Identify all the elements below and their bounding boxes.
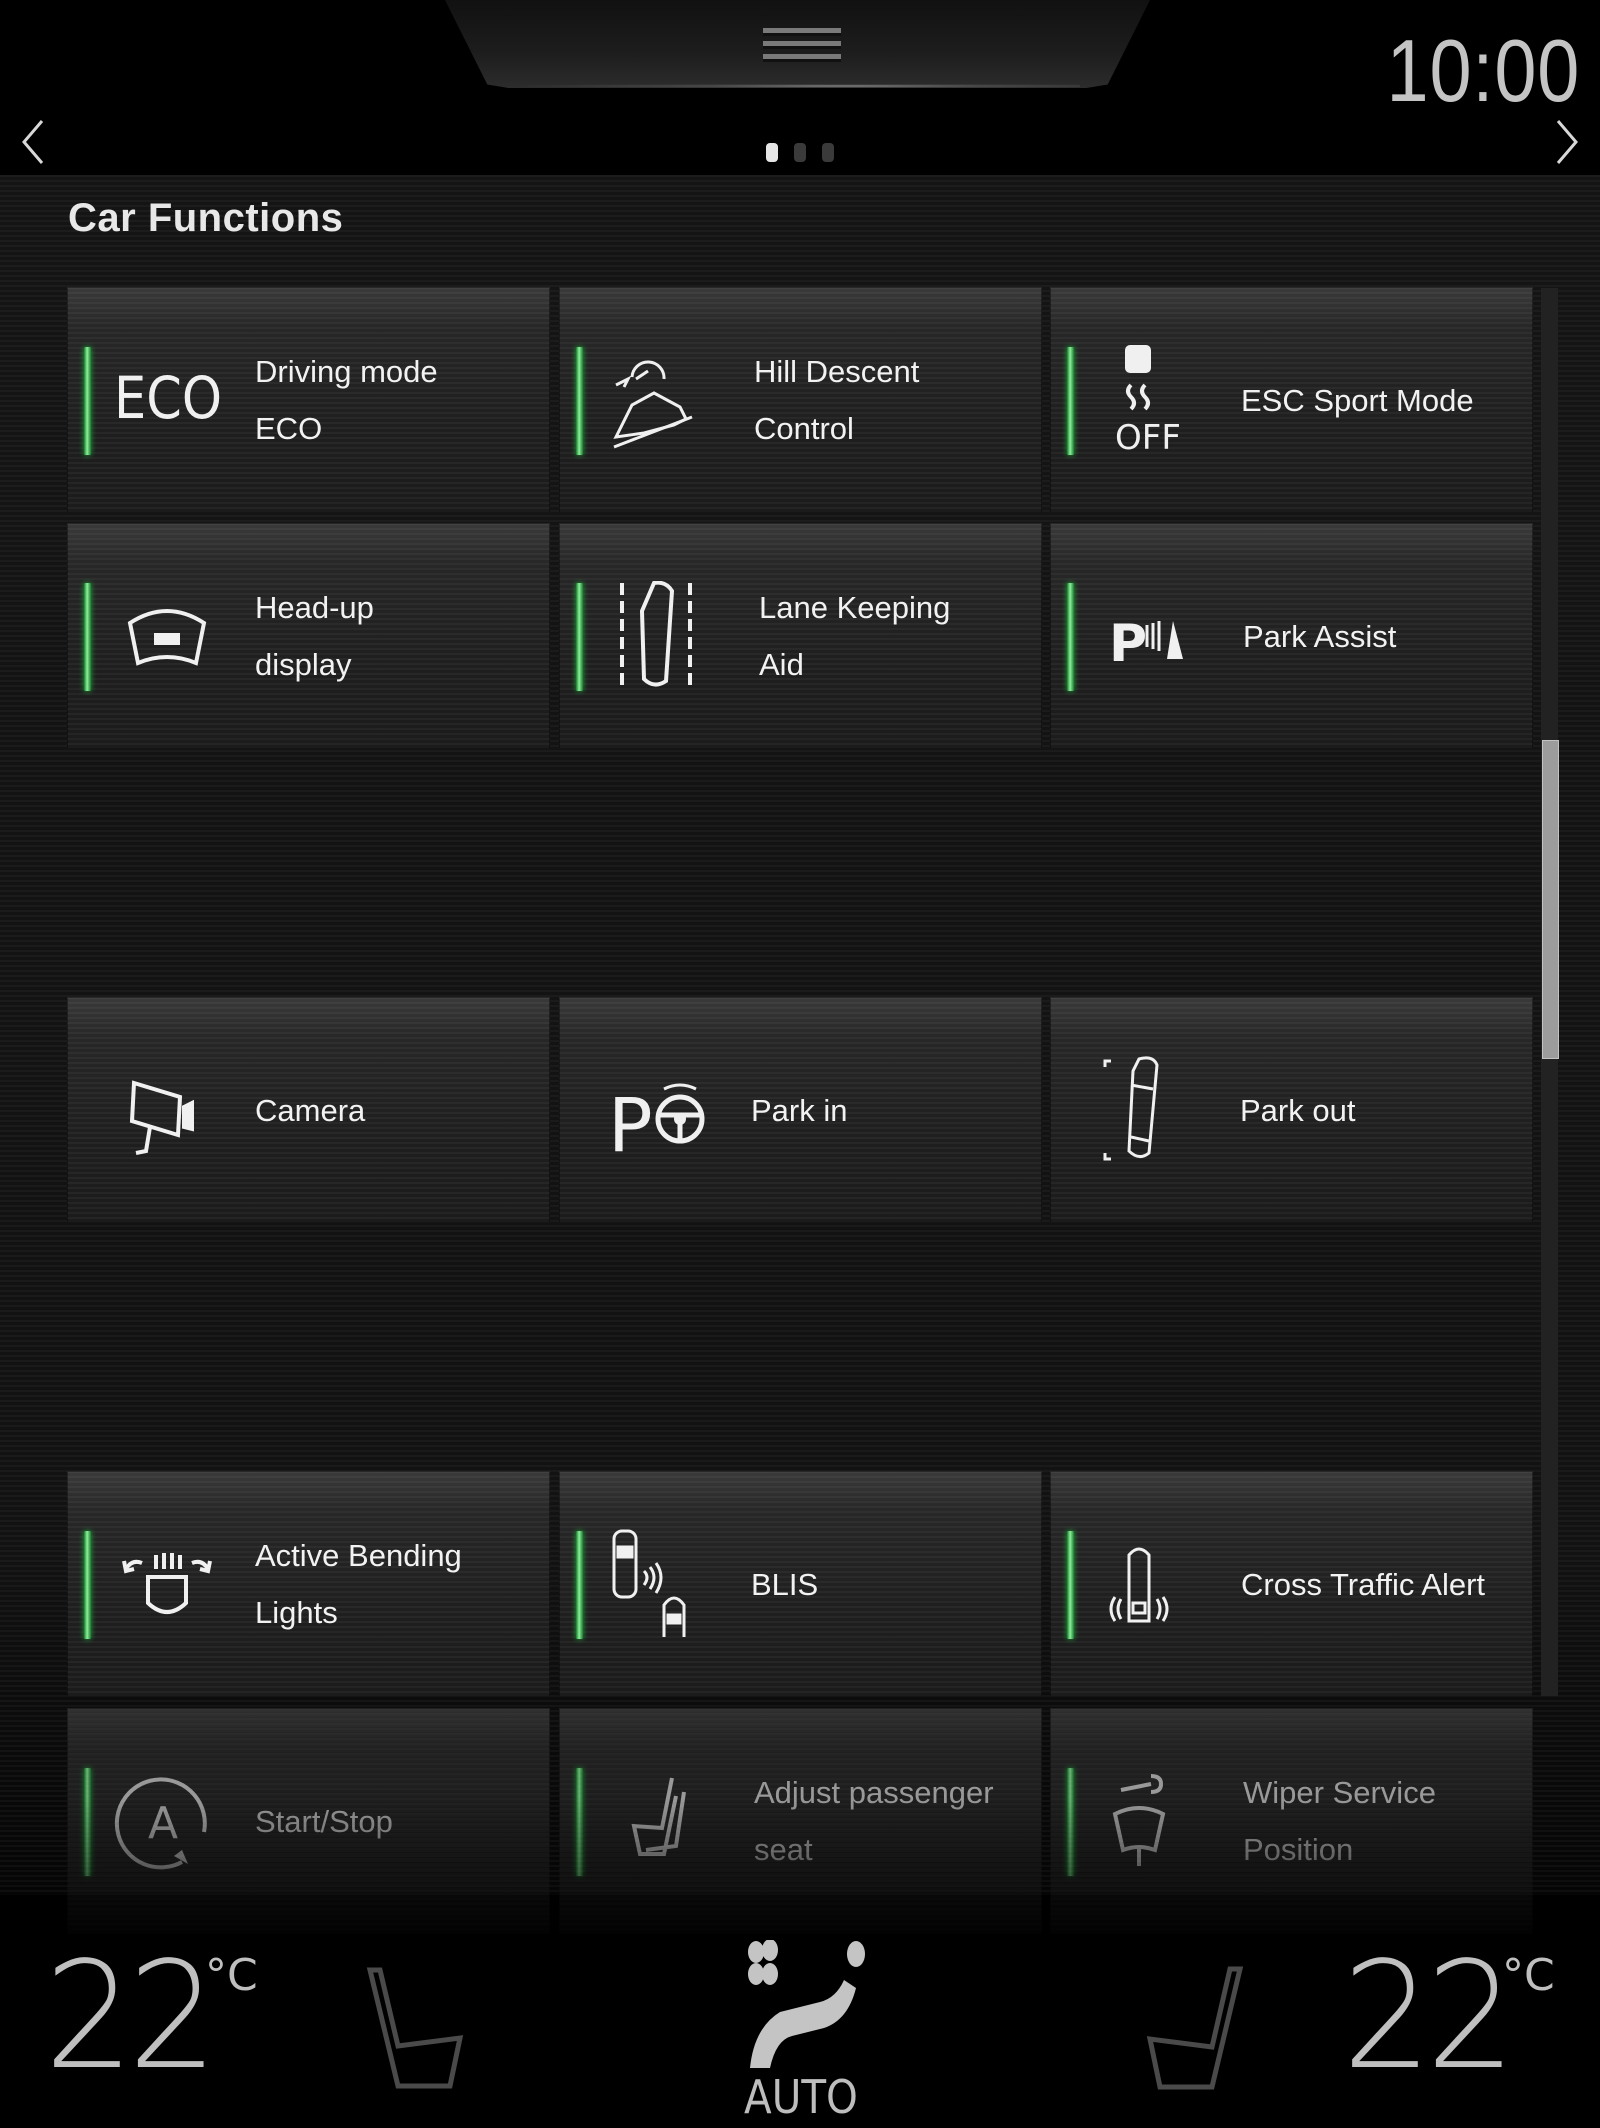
driver-temperature[interactable]: 22 [44, 1930, 217, 2102]
tile-start-stop[interactable]: A Start/Stop [67, 1708, 550, 1934]
start-stop-icon: A [114, 1777, 207, 1870]
tile-label-line1: Driving mode [255, 354, 438, 389]
tile-label-line1: Lane Keeping [759, 590, 951, 625]
hill-descent-icon [613, 360, 693, 449]
driver-temperature-unit: °C [205, 1950, 258, 2001]
tile-label-line2: ECO [255, 411, 323, 446]
tile-label-line2: Aid [759, 647, 804, 682]
tile-driving-mode-eco[interactable]: ECO Driving mode ECO [67, 287, 550, 513]
fan-auto-label[interactable]: AUTO [744, 2070, 858, 2124]
tile-wiper-service-position[interactable]: Wiper Service Position [1050, 1708, 1533, 1934]
camera-icon [129, 1080, 194, 1155]
tile-hill-descent-control[interactable]: Hill Descent Control [559, 287, 1042, 513]
active-indicator [84, 1531, 91, 1639]
driver-seat-heat-icon[interactable] [362, 1962, 472, 2090]
tile-lane-keeping-aid[interactable]: Lane Keeping Aid [559, 523, 1042, 749]
eco-icon: ECO [114, 364, 222, 432]
active-indicator [84, 347, 91, 455]
tile-label-line1: BLIS [751, 1566, 819, 1602]
tile-label-line2: seat [754, 1832, 813, 1867]
park-assist-icon: P [1109, 614, 1183, 674]
tile-label-line1: Hill Descent [754, 354, 920, 389]
park-in-icon: P [608, 1083, 705, 1165]
tile-label-line1: Wiper Service [1243, 1775, 1436, 1810]
blis-icon [612, 1529, 686, 1637]
active-indicator [1067, 583, 1074, 691]
page-dot-1[interactable] [766, 143, 778, 162]
menu-handle-glow [520, 84, 1080, 88]
tile-camera[interactable]: Camera [67, 997, 550, 1223]
active-indicator [1067, 1531, 1074, 1639]
tile-label-line2: display [255, 647, 352, 682]
active-indicator [84, 1768, 91, 1876]
tile-head-up-display[interactable]: Head-up display [67, 523, 550, 749]
cross-traffic-icon [1109, 1547, 1169, 1623]
page-dot-2[interactable] [794, 143, 806, 162]
tile-label-line1: Start/Stop [255, 1803, 393, 1839]
tile-label-line1: Active Bending [255, 1538, 462, 1573]
chevron-right-icon[interactable] [1552, 118, 1582, 166]
tile-park-assist[interactable]: P Park Assist [1050, 523, 1533, 749]
tile-label-line1: Camera [255, 1092, 366, 1128]
park-out-icon [1103, 1056, 1159, 1161]
clock: 10:00 [1386, 21, 1580, 120]
passenger-seat-heat-icon[interactable] [1138, 1963, 1248, 2091]
tile-label-line2: Position [1243, 1832, 1354, 1867]
tile-esc-sport-mode[interactable]: OFF ESC Sport Mode [1050, 287, 1533, 513]
hamburger-line [763, 28, 841, 36]
tile-cross-traffic-alert[interactable]: Cross Traffic Alert [1050, 1471, 1533, 1697]
svg-text:A: A [148, 1798, 178, 1849]
active-indicator [1067, 347, 1074, 455]
tile-label-line1: Park Assist [1243, 618, 1397, 654]
svg-text:OFF: OFF [1115, 418, 1181, 455]
wiper-service-icon [1112, 1774, 1166, 1866]
tile-park-in[interactable]: P Park in [559, 997, 1042, 1223]
passenger-temperature-unit: °C [1502, 1950, 1555, 2001]
tile-label-line1: ESC Sport Mode [1241, 382, 1474, 418]
tile-label-line1: Cross Traffic Alert [1241, 1566, 1486, 1602]
passenger-seat-icon [631, 1777, 686, 1856]
tile-label-line2: Lights [255, 1595, 338, 1630]
page-title: Car Functions [68, 196, 344, 240]
tile-blis[interactable]: BLIS [559, 1471, 1042, 1697]
active-indicator [576, 583, 583, 691]
tile-label-line2: Control [754, 411, 854, 446]
scrollbar-thumb[interactable] [1542, 740, 1559, 1059]
head-up-display-icon [127, 609, 207, 666]
active-indicator [1067, 1768, 1074, 1876]
active-indicator [576, 1531, 583, 1639]
bending-lights-icon [122, 1553, 212, 1614]
svg-text:P: P [1109, 614, 1147, 674]
passenger-temperature[interactable]: 22 [1342, 1930, 1515, 2102]
hamburger-line [763, 54, 841, 62]
active-indicator [576, 1768, 583, 1876]
chevron-left-icon[interactable] [18, 118, 48, 166]
svg-text:P: P [608, 1083, 653, 1165]
tile-park-out[interactable]: Park out [1050, 997, 1533, 1223]
svg-text:ECO: ECO [114, 364, 222, 432]
active-indicator [576, 347, 583, 455]
hamburger-line [763, 41, 841, 49]
tile-label-line1: Adjust passenger [754, 1775, 994, 1810]
active-indicator [84, 583, 91, 691]
tile-active-bending-lights[interactable]: Active Bending Lights [67, 1471, 550, 1697]
fan-auto-icon[interactable] [740, 1940, 870, 2070]
tile-adjust-passenger-seat[interactable]: Adjust passenger seat [559, 1708, 1042, 1934]
tile-label-line1: Head-up [255, 590, 374, 625]
tile-label-line1: Park out [1240, 1092, 1356, 1128]
esc-off-icon: OFF [1115, 345, 1181, 455]
tile-label-line1: Park in [751, 1092, 848, 1128]
lane-keeping-icon [620, 581, 692, 689]
page-dot-3[interactable] [822, 143, 834, 162]
